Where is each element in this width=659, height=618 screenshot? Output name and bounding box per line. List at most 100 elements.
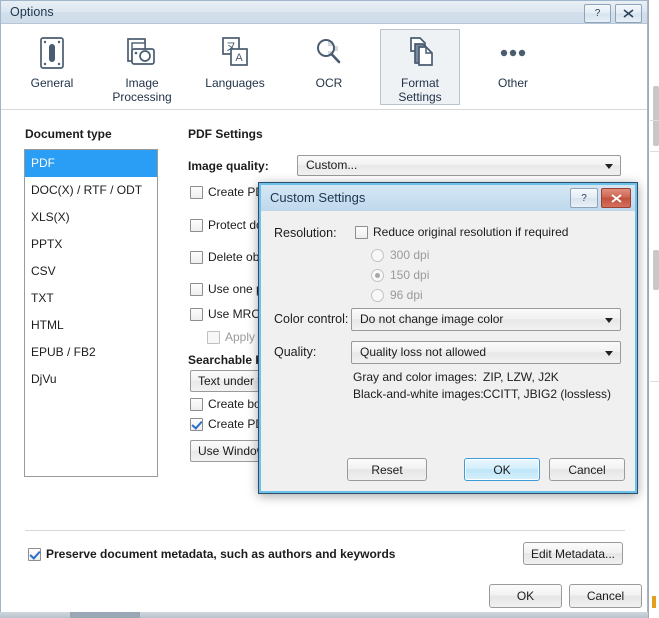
use-windows-fonts-label: Use Windows: [198, 444, 259, 458]
close-icon: [610, 193, 622, 203]
edit-metadata-label: Edit Metadata...: [530, 546, 616, 561]
checkbox-box: [190, 185, 203, 199]
taskbar-item-sliver: [70, 612, 140, 618]
dialog-reset-button[interactable]: Reset: [347, 458, 427, 481]
background-rule-1: [650, 120, 659, 121]
list-item-djvu[interactable]: DjVu: [25, 366, 157, 393]
color-control-combo[interactable]: Do not change image color: [351, 308, 621, 331]
window-controls: ?: [584, 4, 642, 23]
checkbox-preserve-document-metadata[interactable]: Preserve document metadata, such as auth…: [28, 547, 395, 561]
toolbar-item-other[interactable]: Other: [473, 29, 553, 105]
question-mark-icon: ?: [594, 8, 601, 19]
radio-300-dpi[interactable]: 300 dpi: [371, 248, 429, 262]
reset-label: Reset: [371, 462, 403, 477]
toolbar-item-format-settings[interactable]: Format Settings: [380, 29, 460, 105]
help-button[interactable]: ?: [584, 4, 611, 23]
radio-150-dpi[interactable]: 150 dpi: [371, 268, 429, 282]
svg-text:A: A: [235, 52, 243, 64]
gray-color-images-label: Gray and color images:: [353, 370, 478, 384]
footer-divider: [25, 530, 625, 531]
chevron-down-icon: [605, 318, 613, 323]
list-item-csv[interactable]: CSV: [25, 258, 157, 285]
bw-images-label: Black-and-white images:: [353, 387, 484, 401]
list-item-epub[interactable]: EPUB / FB2: [25, 339, 157, 366]
options-dialog-screen: Options ? General Image Processing ヌ A L…: [0, 0, 659, 618]
dialog-window-controls: ?: [570, 188, 631, 208]
radio-96-dpi[interactable]: 96 dpi: [371, 288, 423, 302]
background-rule-3: [650, 381, 659, 382]
list-item-xlsx[interactable]: XLS(X): [25, 204, 157, 231]
gray-color-images-value: ZIP, LZW, J2K: [483, 370, 559, 384]
color-control-value: Do not change image color: [360, 312, 504, 326]
list-item-html[interactable]: HTML: [25, 312, 157, 339]
checkbox-box: [190, 282, 203, 296]
list-item-txt[interactable]: TXT: [25, 285, 157, 312]
close-button[interactable]: [615, 4, 642, 23]
toolbar-item-languages[interactable]: ヌ A Languages: [195, 29, 275, 105]
quality-label: Quality:: [274, 345, 317, 359]
searchable-pdf-heading: Searchable P: [188, 353, 264, 367]
cancel-label: Cancel: [586, 589, 625, 603]
radio-label: 300 dpi: [390, 248, 430, 262]
image-quality-value: Custom...: [306, 158, 358, 172]
checkbox-box: [355, 225, 368, 239]
pdf-settings-heading: PDF Settings: [188, 127, 263, 141]
dialog-ok-button[interactable]: OK: [464, 458, 540, 481]
radio-label: 150 dpi: [390, 268, 430, 282]
dialog-help-button[interactable]: ?: [570, 188, 598, 208]
dialog-body: Resolution: Reduce original resolution i…: [261, 211, 635, 491]
ellipsis-icon: [493, 33, 533, 73]
document-type-heading: Document type: [25, 127, 112, 141]
background-window-edge: [648, 0, 649, 618]
text-under-page-value: Text under th: [198, 374, 259, 388]
dialog-titlebar: Custom Settings ?: [261, 185, 635, 211]
checkbox-box: [190, 250, 203, 264]
list-item-pptx[interactable]: PPTX: [25, 231, 157, 258]
checkbox-protect-document[interactable]: Protect doc: [190, 218, 269, 232]
background-window-strip: [648, 0, 659, 618]
checkbox-reduce-original-resolution[interactable]: Reduce original resolution if required: [355, 225, 568, 239]
ok-label: OK: [516, 589, 535, 603]
toolbar-item-image-processing[interactable]: Image Processing: [102, 29, 182, 105]
edit-metadata-button[interactable]: Edit Metadata...: [523, 542, 623, 565]
checkbox-box: [28, 547, 41, 561]
ok-button[interactable]: OK: [489, 584, 562, 608]
dialog-close-button[interactable]: [601, 188, 631, 208]
toolbar-item-general[interactable]: General: [12, 29, 92, 105]
toolbar-label-ocr: OCR: [315, 76, 343, 90]
checkbox-box: [207, 330, 220, 344]
language-translate-icon: ヌ A: [217, 33, 253, 73]
dialog-cancel-button[interactable]: Cancel: [549, 458, 625, 481]
chevron-down-icon: [605, 351, 613, 356]
options-toolbar: General Image Processing ヌ A Languages O…: [1, 24, 647, 110]
radio-box: [371, 288, 384, 302]
toolbar-item-ocr[interactable]: OCR: [289, 29, 369, 105]
ok-label: OK: [493, 462, 511, 477]
checkbox-delete-objects[interactable]: Delete obje: [190, 250, 269, 264]
radio-box: [371, 268, 384, 282]
magnifier-icon: [311, 33, 347, 73]
checkbox-label: Reduce original resolution if required: [373, 225, 569, 239]
window-title: Options: [10, 5, 54, 19]
checkbox-label: Preserve document metadata, such as auth…: [46, 547, 396, 561]
resolution-label: Resolution:: [274, 226, 337, 240]
list-item-docx[interactable]: DOC(X) / RTF / ODT: [25, 177, 157, 204]
text-under-page-combo[interactable]: Text under th: [190, 370, 260, 392]
quality-combo[interactable]: Quality loss not allowed: [351, 341, 621, 364]
quality-value: Quality loss not allowed: [360, 345, 487, 359]
device-icon: [35, 33, 69, 73]
background-color-marker: [652, 596, 656, 608]
background-scrollbar-thumb-top: [653, 86, 659, 146]
cancel-button[interactable]: Cancel: [569, 584, 642, 608]
use-windows-fonts-button[interactable]: Use Windows: [190, 440, 260, 462]
radio-label: 96 dpi: [390, 288, 423, 302]
checkbox-box: [190, 397, 203, 411]
image-quality-label: Image quality:: [188, 159, 269, 173]
question-mark-icon: ?: [581, 192, 587, 204]
radio-box: [371, 248, 384, 262]
document-type-list[interactable]: PDF DOC(X) / RTF / ODT XLS(X) PPTX CSV T…: [24, 149, 158, 477]
close-icon: [623, 9, 634, 18]
toolbar-label-other: Other: [497, 76, 528, 90]
image-quality-combo[interactable]: Custom...: [297, 155, 621, 176]
list-item-pdf[interactable]: PDF: [25, 150, 157, 177]
